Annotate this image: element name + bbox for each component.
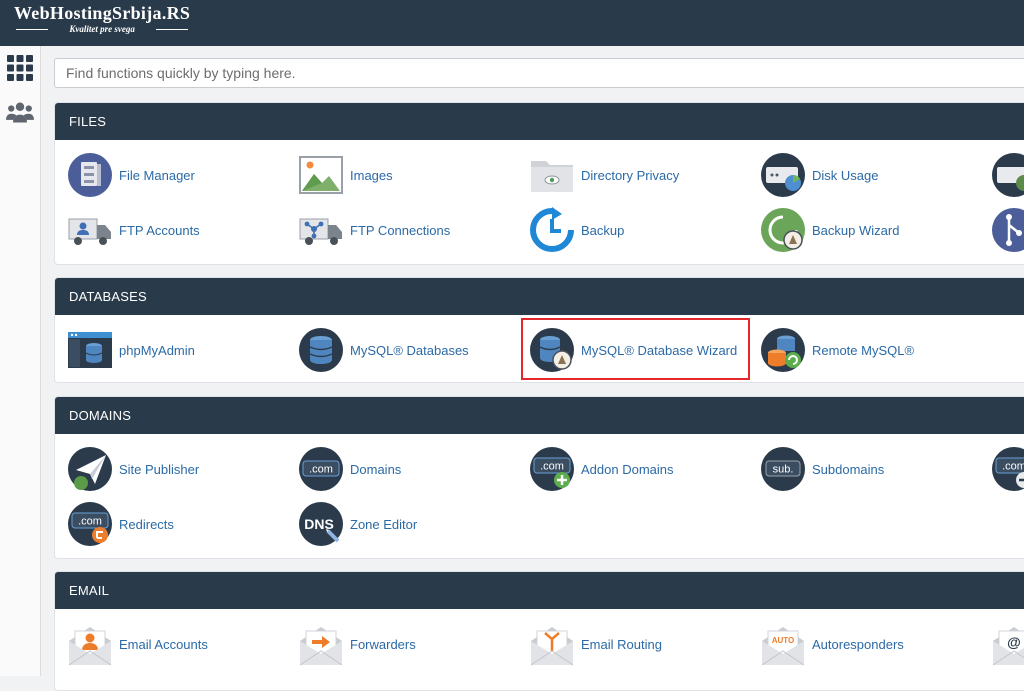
autoresponders-icon: AUTO [761, 627, 805, 666]
subdomains-link[interactable]: sub. Subdomains [760, 445, 884, 493]
svg-text:DNS: DNS [304, 516, 334, 532]
svg-text:.com: .com [540, 461, 564, 473]
backup-wizard-icon [761, 208, 805, 252]
phpmyadmin-icon [68, 332, 112, 368]
zone-editor-icon: DNS [299, 502, 343, 546]
grid-icon[interactable] [6, 54, 34, 82]
git-icon [992, 208, 1024, 252]
phpmyadmin-label: phpMyAdmin [119, 342, 195, 358]
domains-panel: DOMAINS Site Publisher .com Domains .com… [54, 396, 1024, 559]
files-header[interactable]: FILES [55, 103, 1024, 140]
databases-header[interactable]: DATABASES [55, 278, 1024, 315]
addon-domains-label: Addon Domains [581, 461, 674, 477]
ftp-connections-link[interactable]: FTP Connections [298, 206, 450, 254]
backup-label: Backup [581, 222, 625, 238]
databases-panel: DATABASES phpMyAdmin MySQL® Databases My… [54, 277, 1024, 383]
redirects-link[interactable]: .com Redirects [67, 500, 174, 548]
svg-text:.com: .com [1002, 461, 1024, 473]
sidebar [0, 46, 41, 676]
forwarders-label: Forwarders [350, 636, 416, 652]
backup-icon [530, 207, 574, 252]
svg-text:@: @ [1007, 634, 1021, 650]
site-publisher-link[interactable]: Site Publisher [67, 445, 199, 493]
addon-domains-icon: .com [530, 447, 574, 491]
disk-usage-icon [761, 153, 805, 197]
file-manager-label: File Manager [119, 167, 195, 183]
backup-wizard-label: Backup Wizard [812, 222, 900, 238]
brand-logo[interactable]: WebHostingSrbija.RS Kvalitet pre svega [14, 3, 190, 34]
email-routing-icon [530, 627, 574, 666]
web-disk-link[interactable] [991, 151, 1024, 199]
mysql-database-wizard-label: MySQL® Database Wizard [581, 342, 738, 358]
brand-tagline: Kvalitet pre svega [14, 24, 190, 34]
directory-privacy-icon [531, 161, 573, 192]
mysql-databases-link[interactable]: MySQL® Databases [298, 326, 469, 374]
images-label: Images [350, 167, 393, 183]
email-routing-link[interactable]: Email Routing [529, 620, 662, 668]
directory-privacy-label: Directory Privacy [581, 167, 680, 183]
files-panel: FILES File Manager Images Directory Priv… [54, 102, 1024, 265]
email-header[interactable]: EMAIL [55, 572, 1024, 609]
git-link[interactable] [991, 206, 1024, 254]
backup-link[interactable]: Backup [529, 206, 624, 254]
directory-privacy-link[interactable]: Directory Privacy [529, 151, 679, 199]
aliases-icon: .com [992, 447, 1024, 491]
mysql-databases-icon [299, 328, 343, 372]
forwarders-link[interactable]: Forwarders [298, 620, 416, 668]
svg-text:sub.: sub. [773, 464, 794, 476]
file-manager-icon [68, 153, 112, 197]
subdomains-label: Subdomains [812, 461, 885, 477]
svg-text:.com: .com [78, 516, 102, 528]
autoresponders-label: Autoresponders [812, 636, 904, 652]
disk-usage-link[interactable]: Disk Usage [760, 151, 878, 199]
autoresponders-link[interactable]: AUTO Autoresponders [760, 620, 904, 668]
domains-icon: .com [299, 447, 343, 491]
forwarders-icon [299, 627, 343, 666]
svg-text:.com: .com [309, 464, 333, 476]
phpmyadmin-link[interactable]: phpMyAdmin [67, 326, 195, 374]
mysql-wizard-icon [530, 328, 574, 372]
backup-wizard-link[interactable]: Backup Wizard [760, 206, 899, 254]
email-accounts-link[interactable]: Email Accounts [67, 620, 208, 668]
site-publisher-label: Site Publisher [119, 461, 200, 477]
subdomains-icon: sub. [761, 447, 805, 491]
email-accounts-label: Email Accounts [119, 636, 208, 652]
zone-editor-label: Zone Editor [350, 516, 418, 532]
images-icon [299, 156, 343, 194]
site-publisher-icon [68, 447, 112, 491]
domains-label: Domains [350, 461, 402, 477]
file-manager-link[interactable]: File Manager [67, 151, 195, 199]
mysql-databases-label: MySQL® Databases [350, 342, 469, 358]
svg-text:AUTO: AUTO [772, 636, 795, 645]
top-bar: WebHostingSrbija.RS Kvalitet pre svega [0, 0, 1024, 46]
ftp-connections-icon [299, 218, 342, 245]
search-input[interactable] [54, 58, 1024, 88]
redirects-icon: .com [68, 502, 112, 546]
ftp-connections-label: FTP Connections [350, 222, 451, 238]
email-panel: EMAIL Email Accounts Forwarders Email Ro… [54, 571, 1024, 691]
images-link[interactable]: Images [298, 151, 393, 199]
default-address-icon: @ [992, 627, 1024, 666]
disk-usage-label: Disk Usage [812, 167, 879, 183]
brand-title: WebHostingSrbija.RS [14, 3, 191, 23]
remote-mysql-link[interactable]: Remote MySQL® [760, 326, 914, 374]
remote-mysql-icon [761, 328, 805, 372]
ftp-accounts-label: FTP Accounts [119, 222, 200, 238]
remote-mysql-label: Remote MySQL® [812, 342, 915, 358]
zone-editor-link[interactable]: DNS Zone Editor [298, 500, 417, 548]
domains-link[interactable]: .com Domains [298, 445, 401, 493]
addon-domains-link[interactable]: .com Addon Domains [529, 445, 674, 493]
default-address-link[interactable]: @ [991, 620, 1024, 668]
web-disk-icon [992, 153, 1024, 197]
email-routing-label: Email Routing [581, 636, 662, 652]
users-icon[interactable] [6, 98, 34, 126]
aliases-link[interactable]: .com [991, 445, 1024, 493]
ftp-accounts-icon [68, 218, 111, 245]
email-accounts-icon [68, 627, 112, 666]
domains-header[interactable]: DOMAINS [55, 397, 1024, 434]
mysql-database-wizard-link[interactable]: MySQL® Database Wizard [529, 326, 737, 374]
ftp-accounts-link[interactable]: FTP Accounts [67, 206, 200, 254]
redirects-label: Redirects [119, 516, 174, 532]
